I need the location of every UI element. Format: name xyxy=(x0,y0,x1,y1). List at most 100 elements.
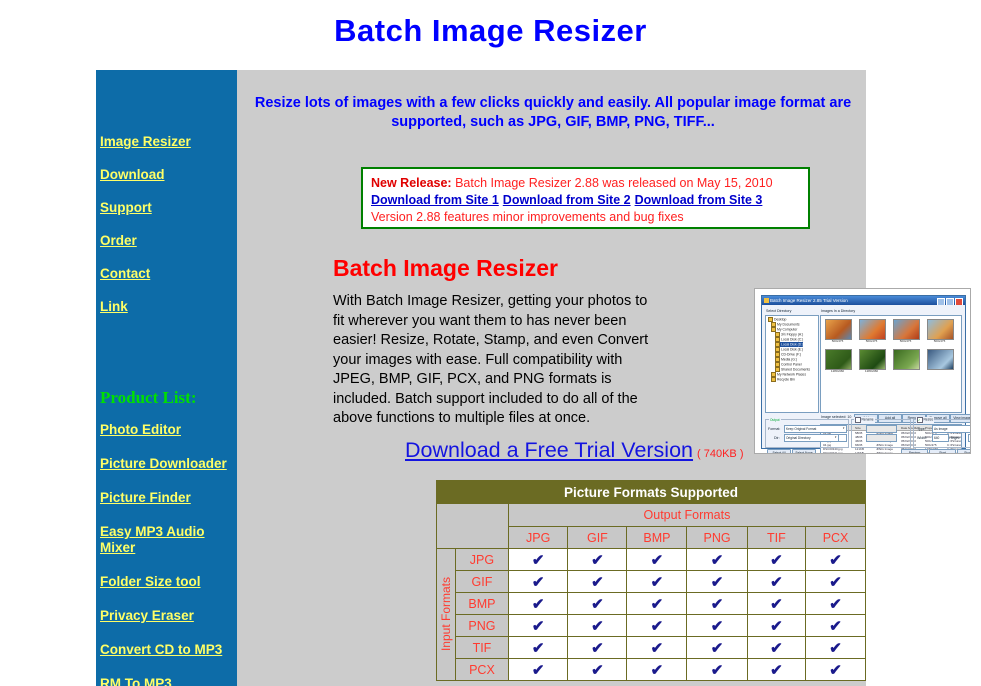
output-dir-label: Dir: xyxy=(774,436,780,440)
thumbnail-grid[interactable]: 500x375 500x375 500x375 500x375 1280x960… xyxy=(820,315,962,413)
row-header-png: PNG xyxy=(456,615,509,637)
sidebar-item-order[interactable]: Order xyxy=(100,233,237,249)
formats-table-title: Picture Formats Supported xyxy=(437,481,866,504)
app-body: Select Directory Images In a Directory D… xyxy=(762,305,965,448)
browse-button[interactable] xyxy=(838,434,847,442)
column-header-gif: GIF xyxy=(568,527,627,549)
thumbnail-image[interactable] xyxy=(859,319,886,340)
thumbnail-image[interactable] xyxy=(927,349,954,370)
cell-png-png: ✔ xyxy=(687,615,747,637)
row-header-pcx: PCX xyxy=(456,659,509,681)
cell-pcx-png: ✔ xyxy=(687,659,747,681)
news-headline: New Release: Batch Image Resizer 2.88 wa… xyxy=(371,175,800,191)
resize-height-input[interactable]: 480 xyxy=(968,434,971,442)
thumbnail-image[interactable] xyxy=(859,349,886,370)
tree-node-label: My Computer xyxy=(777,327,797,331)
product-heading: Batch Image Resizer xyxy=(333,255,558,282)
table-row: Input Formats JPG ✔ ✔ ✔ ✔ ✔ ✔ xyxy=(437,549,866,571)
download-site-3-link[interactable]: Download from Site 3 xyxy=(635,193,763,207)
cell-png-jpg: ✔ xyxy=(508,615,568,637)
column-header-tif: TIF xyxy=(747,527,805,549)
thumbnail-image[interactable] xyxy=(893,319,920,340)
cell-bmp-bmp: ✔ xyxy=(627,593,687,615)
thumbnail-image[interactable] xyxy=(825,349,852,370)
thumbnail-image[interactable] xyxy=(825,319,852,340)
preview-button[interactable]: Preview xyxy=(901,449,928,454)
sidebar-item-image-resizer[interactable]: Image Resizer xyxy=(100,134,237,150)
output-group-title: Output xyxy=(769,418,781,422)
tree-node-label: Control Panel xyxy=(781,362,802,366)
input-formats-text: Input Formats xyxy=(439,577,453,651)
input-formats-label: Input Formats xyxy=(437,549,456,681)
cell-gif-jpg: ✔ xyxy=(508,571,568,593)
output-format-select[interactable]: Keep Original Format xyxy=(784,425,847,433)
sidebar-item-support[interactable]: Support xyxy=(100,200,237,216)
sidebar-item-download[interactable]: Download xyxy=(100,167,237,183)
stop-restart-button[interactable]: Stop/Restart xyxy=(957,449,971,454)
formats-table-output-header: Output Formats xyxy=(508,504,865,527)
sidebar: Image Resizer Download Support Order Con… xyxy=(96,70,237,686)
sidebar-item-privacy-eraser[interactable]: Privacy Eraser xyxy=(100,608,237,624)
sidebar-item-link[interactable]: Link xyxy=(100,299,237,315)
maximize-icon[interactable] xyxy=(946,298,954,306)
resize-width-input[interactable]: 640 xyxy=(932,434,949,442)
rename-start-input[interactable] xyxy=(866,434,897,442)
tree-node-label: CD-Drive (F:) xyxy=(781,352,801,356)
download-site-2-link[interactable]: Download from Site 2 xyxy=(503,193,631,207)
row-header-tif: TIF xyxy=(456,637,509,659)
close-icon[interactable] xyxy=(955,298,963,306)
tree-node[interactable]: Recycle Bin xyxy=(771,377,795,382)
thumbnail-image[interactable] xyxy=(893,349,920,370)
cell-tif-gif: ✔ xyxy=(568,637,627,659)
checkbox-icon xyxy=(855,417,861,423)
rename-checkbox[interactable]: Rename xyxy=(854,417,875,423)
sidebar-item-suffix: tool xyxy=(172,574,201,589)
sidebar-item-photo-editor[interactable]: Photo Editor xyxy=(100,422,237,438)
formats-table: Picture Formats Supported Output Formats… xyxy=(436,480,866,681)
resize-checkbox[interactable]: ✓Resize xyxy=(916,417,934,423)
rename-pattern-input[interactable] xyxy=(866,425,897,433)
rename-group: Rename xyxy=(851,419,911,448)
sidebar-item-label: Picture Finder xyxy=(100,490,191,505)
formats-table-corner xyxy=(437,504,509,549)
cell-name: DSC00341.jpg xyxy=(823,451,843,454)
table-row: BMP ✔ ✔ ✔ ✔ ✔ ✔ xyxy=(437,593,866,615)
sidebar-item-contact[interactable]: Contact xyxy=(100,266,237,282)
sidebar-item-convert-cd-to-mp3[interactable]: Convert CD to MP3 xyxy=(100,642,237,658)
product-description: With Batch Image Resizer, getting your p… xyxy=(333,292,656,429)
cell-gif-png: ✔ xyxy=(687,571,747,593)
thumbnail-caption: 500x375 xyxy=(893,339,918,343)
tree-node-label: Local Disk (D:) xyxy=(781,342,803,346)
sidebar-item-label: Photo Editor xyxy=(100,422,181,437)
sidebar-item-folder-size-tool[interactable]: Folder Size tool xyxy=(100,574,237,590)
cell-png-gif: ✔ xyxy=(568,615,627,637)
thumbnail-caption: 1280x960 xyxy=(825,369,850,373)
cell-jpg-pcx: ✔ xyxy=(806,549,866,571)
cell-bmp-jpg: ✔ xyxy=(508,593,568,615)
start-button[interactable]: Start xyxy=(929,449,956,454)
page-title: Batch Image Resizer xyxy=(0,13,981,49)
thumbnail-caption: 500x375 xyxy=(859,339,884,343)
select-none-button[interactable]: Select None xyxy=(792,449,816,454)
cell-bmp-pcx: ✔ xyxy=(806,593,866,615)
output-dir-select[interactable]: Original Directory xyxy=(784,434,839,442)
column-header-bmp: BMP xyxy=(627,527,687,549)
thumbnail-image[interactable] xyxy=(927,319,954,340)
minimize-icon[interactable] xyxy=(937,298,945,306)
app-title-bar: Batch Image Resizer 2.85 Trial Version xyxy=(762,296,965,305)
directory-tree[interactable]: Desktop My Documents My Computer 3½ Flop… xyxy=(765,315,819,413)
sidebar-item-picture-finder[interactable]: Picture Finder xyxy=(100,490,237,506)
sidebar-item-rm-to-mp3[interactable]: RM To MP3 xyxy=(100,676,237,686)
sidebar-item-easy-mp3-audio-mixer[interactable]: Easy MP3 Audio Mixer xyxy=(100,524,237,556)
recycle-bin-icon xyxy=(771,377,776,382)
news-links: Download from Site 1 Download from Site 2… xyxy=(371,191,800,209)
select-all-button[interactable]: Select All xyxy=(767,449,791,454)
sidebar-nav: Image Resizer Download Support Order Con… xyxy=(100,134,237,332)
resize-type-select[interactable]: As Image xyxy=(932,425,971,433)
page-root: Batch Image Resizer Image Resizer Downlo… xyxy=(0,0,981,686)
download-trial-link[interactable]: Download a Free Trial Version xyxy=(405,438,693,462)
cell-jpg-gif: ✔ xyxy=(568,549,627,571)
main-frame: Image Resizer Download Support Order Con… xyxy=(96,70,866,686)
download-site-1-link[interactable]: Download from Site 1 xyxy=(371,193,499,207)
sidebar-item-picture-downloader[interactable]: Picture Downloader xyxy=(100,456,237,472)
